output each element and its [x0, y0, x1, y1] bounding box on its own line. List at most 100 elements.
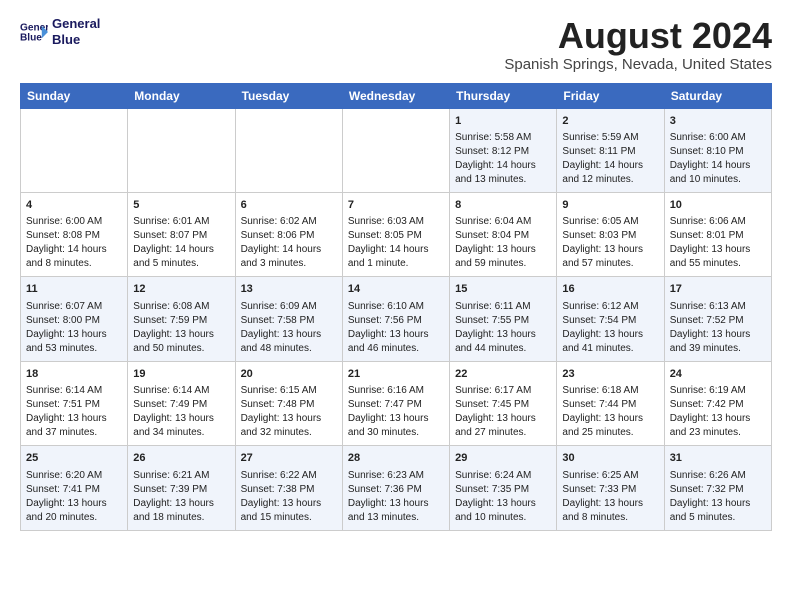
- day-number: 9: [562, 198, 658, 213]
- weekday-header-friday: Friday: [557, 83, 664, 108]
- day-number: 4: [26, 198, 122, 213]
- day-info: Daylight: 13 hours: [241, 328, 337, 342]
- day-info: Sunrise: 6:24 AM: [455, 469, 551, 483]
- calendar-cell: 29Sunrise: 6:24 AMSunset: 7:35 PMDayligh…: [450, 446, 557, 530]
- day-info: Daylight: 14 hours: [133, 243, 229, 257]
- day-number: 12: [133, 282, 229, 297]
- day-info: and 10 minutes.: [670, 173, 766, 187]
- calendar-cell: 5Sunrise: 6:01 AMSunset: 8:07 PMDaylight…: [128, 192, 235, 276]
- day-info: Sunrise: 6:00 AM: [670, 131, 766, 145]
- day-info: Sunrise: 6:19 AM: [670, 384, 766, 398]
- day-number: 16: [562, 282, 658, 297]
- day-info: Sunset: 7:41 PM: [26, 483, 122, 497]
- day-info: and 12 minutes.: [562, 173, 658, 187]
- day-info: Sunset: 7:45 PM: [455, 398, 551, 412]
- day-info: and 3 minutes.: [241, 257, 337, 271]
- month-title: August 2024: [504, 16, 772, 56]
- day-info: Sunrise: 6:03 AM: [348, 215, 444, 229]
- logo: General Blue General Blue: [20, 16, 100, 47]
- day-number: 1: [455, 114, 551, 129]
- day-number: 27: [241, 451, 337, 466]
- day-number: 23: [562, 367, 658, 382]
- day-info: Sunrise: 6:08 AM: [133, 300, 229, 314]
- day-info: Sunset: 7:44 PM: [562, 398, 658, 412]
- calendar-cell: 26Sunrise: 6:21 AMSunset: 7:39 PMDayligh…: [128, 446, 235, 530]
- calendar-cell: 23Sunrise: 6:18 AMSunset: 7:44 PMDayligh…: [557, 361, 664, 445]
- calendar-cell: 27Sunrise: 6:22 AMSunset: 7:38 PMDayligh…: [235, 446, 342, 530]
- calendar-cell: 20Sunrise: 6:15 AMSunset: 7:48 PMDayligh…: [235, 361, 342, 445]
- day-info: Sunset: 7:55 PM: [455, 314, 551, 328]
- day-info: Sunrise: 6:12 AM: [562, 300, 658, 314]
- day-number: 28: [348, 451, 444, 466]
- day-info: Sunrise: 6:06 AM: [670, 215, 766, 229]
- day-info: Sunset: 8:00 PM: [26, 314, 122, 328]
- day-info: Sunset: 7:32 PM: [670, 483, 766, 497]
- day-info: and 13 minutes.: [455, 173, 551, 187]
- week-row-2: 4Sunrise: 6:00 AMSunset: 8:08 PMDaylight…: [21, 192, 772, 276]
- calendar-cell: 10Sunrise: 6:06 AMSunset: 8:01 PMDayligh…: [664, 192, 771, 276]
- calendar-cell: 1Sunrise: 5:58 AMSunset: 8:12 PMDaylight…: [450, 108, 557, 192]
- day-info: Sunrise: 6:01 AM: [133, 215, 229, 229]
- day-info: Daylight: 13 hours: [26, 497, 122, 511]
- day-info: and 59 minutes.: [455, 257, 551, 271]
- calendar-cell: 2Sunrise: 5:59 AMSunset: 8:11 PMDaylight…: [557, 108, 664, 192]
- calendar-cell: [21, 108, 128, 192]
- week-row-4: 18Sunrise: 6:14 AMSunset: 7:51 PMDayligh…: [21, 361, 772, 445]
- day-info: Sunrise: 6:18 AM: [562, 384, 658, 398]
- day-info: and 23 minutes.: [670, 426, 766, 440]
- calendar-cell: 19Sunrise: 6:14 AMSunset: 7:49 PMDayligh…: [128, 361, 235, 445]
- day-info: Sunrise: 6:21 AM: [133, 469, 229, 483]
- day-number: 11: [26, 282, 122, 297]
- day-info: Daylight: 13 hours: [348, 412, 444, 426]
- weekday-header-sunday: Sunday: [21, 83, 128, 108]
- day-info: and 37 minutes.: [26, 426, 122, 440]
- day-number: 24: [670, 367, 766, 382]
- day-info: and 15 minutes.: [241, 511, 337, 525]
- day-info: Sunrise: 6:16 AM: [348, 384, 444, 398]
- location: Spanish Springs, Nevada, United States: [504, 56, 772, 73]
- day-info: Sunset: 7:35 PM: [455, 483, 551, 497]
- day-number: 15: [455, 282, 551, 297]
- day-number: 7: [348, 198, 444, 213]
- calendar-cell: 17Sunrise: 6:13 AMSunset: 7:52 PMDayligh…: [664, 277, 771, 361]
- calendar-cell: 6Sunrise: 6:02 AMSunset: 8:06 PMDaylight…: [235, 192, 342, 276]
- calendar-cell: 12Sunrise: 6:08 AMSunset: 7:59 PMDayligh…: [128, 277, 235, 361]
- day-number: 22: [455, 367, 551, 382]
- svg-text:Blue: Blue: [20, 32, 42, 43]
- day-info: Daylight: 13 hours: [133, 328, 229, 342]
- day-info: and 8 minutes.: [26, 257, 122, 271]
- calendar-cell: 18Sunrise: 6:14 AMSunset: 7:51 PMDayligh…: [21, 361, 128, 445]
- day-info: Sunset: 7:58 PM: [241, 314, 337, 328]
- calendar-table: SundayMondayTuesdayWednesdayThursdayFrid…: [20, 83, 772, 531]
- day-number: 3: [670, 114, 766, 129]
- weekday-header-saturday: Saturday: [664, 83, 771, 108]
- day-info: and 44 minutes.: [455, 342, 551, 356]
- day-info: Sunset: 8:05 PM: [348, 229, 444, 243]
- calendar-cell: 13Sunrise: 6:09 AMSunset: 7:58 PMDayligh…: [235, 277, 342, 361]
- week-row-3: 11Sunrise: 6:07 AMSunset: 8:00 PMDayligh…: [21, 277, 772, 361]
- day-info: Sunrise: 6:20 AM: [26, 469, 122, 483]
- calendar-header-row: SundayMondayTuesdayWednesdayThursdayFrid…: [21, 83, 772, 108]
- day-number: 21: [348, 367, 444, 382]
- day-info: and 57 minutes.: [562, 257, 658, 271]
- day-info: and 55 minutes.: [670, 257, 766, 271]
- day-info: Sunrise: 6:14 AM: [133, 384, 229, 398]
- day-info: Daylight: 14 hours: [241, 243, 337, 257]
- logo-text-line1: General: [52, 16, 100, 32]
- day-info: Sunrise: 6:09 AM: [241, 300, 337, 314]
- day-info: Sunset: 7:54 PM: [562, 314, 658, 328]
- day-info: and 30 minutes.: [348, 426, 444, 440]
- calendar-cell: [128, 108, 235, 192]
- day-info: Sunset: 7:36 PM: [348, 483, 444, 497]
- calendar-cell: 14Sunrise: 6:10 AMSunset: 7:56 PMDayligh…: [342, 277, 449, 361]
- day-info: Sunrise: 6:05 AM: [562, 215, 658, 229]
- day-info: Daylight: 13 hours: [455, 328, 551, 342]
- day-info: Sunset: 7:38 PM: [241, 483, 337, 497]
- day-info: and 13 minutes.: [348, 511, 444, 525]
- day-info: and 1 minute.: [348, 257, 444, 271]
- day-info: Sunset: 7:33 PM: [562, 483, 658, 497]
- calendar-cell: 28Sunrise: 6:23 AMSunset: 7:36 PMDayligh…: [342, 446, 449, 530]
- day-number: 25: [26, 451, 122, 466]
- page-header: General Blue General Blue August 2024 Sp…: [20, 16, 772, 73]
- day-info: Sunset: 7:39 PM: [133, 483, 229, 497]
